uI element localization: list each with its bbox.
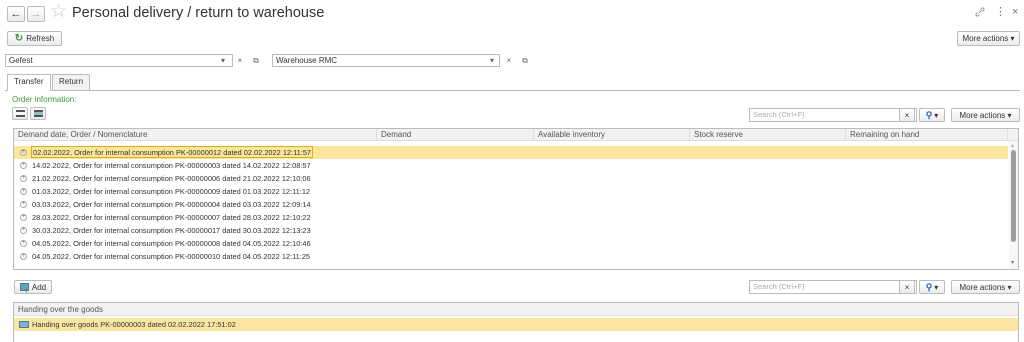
refresh-label: Refresh: [26, 34, 55, 43]
clear-icon: ×: [904, 282, 910, 292]
scroll-down-icon[interactable]: ▾: [1011, 259, 1014, 266]
organization-clear-icon[interactable]: ×: [235, 54, 245, 67]
link-icon[interactable]: [974, 6, 986, 18]
row-text: 30.03.2022, Order for internal consumpti…: [32, 226, 311, 235]
search-icon: ⚲: [925, 281, 933, 292]
search-dropdown-icon: ▾: [934, 282, 939, 292]
tabs-underline: [5, 90, 1020, 91]
order-table[interactable]: Demand date, Order / Nomenclature Demand…: [13, 128, 1019, 270]
add-label: Add: [31, 282, 47, 292]
expand-all-icon: [15, 110, 25, 117]
expand-all-button[interactable]: [12, 107, 28, 120]
forward-button[interactable]: →: [27, 6, 45, 22]
order-more-actions-button[interactable]: More actions ▾: [951, 108, 1020, 122]
handover-search-clear-button[interactable]: ×: [899, 280, 915, 294]
table-row[interactable]: + 30.03.2022, Order for internal consump…: [14, 224, 1008, 237]
warehouse-dropdown-icon[interactable]: ▾: [487, 54, 497, 67]
expand-row-icon[interactable]: +: [20, 149, 27, 156]
tab-return[interactable]: Return: [52, 74, 91, 90]
order-search-clear-button[interactable]: ×: [899, 108, 915, 122]
add-button[interactable]: + Add: [14, 280, 52, 295]
order-table-scrollbar[interactable]: ▴ ▾: [1009, 141, 1018, 269]
col-header-available-inventory[interactable]: Available inventory: [534, 129, 690, 141]
add-icon: +: [19, 283, 29, 295]
row-text: 04.05.2022, Order for internal consumpti…: [32, 239, 311, 248]
col-header-remaining-on-hand[interactable]: Remaining on hand: [846, 129, 1008, 141]
handover-more-actions-button[interactable]: More actions ▾: [951, 280, 1020, 294]
row-text: 03.03.2022, Order for internal consumpti…: [32, 200, 311, 209]
search-icon: ⚲: [925, 109, 933, 120]
collapse-all-button[interactable]: [30, 107, 46, 120]
close-icon[interactable]: ×: [1012, 4, 1018, 20]
scrollbar-thumb[interactable]: [1011, 150, 1016, 242]
row-text: 02.02.2022, Order for internal consumpti…: [31, 146, 314, 158]
table-row[interactable]: + 02.02.2022, Order for internal consump…: [14, 146, 1008, 159]
expand-row-icon[interactable]: +: [20, 201, 27, 208]
row-text: 14.02.2022, Order for internal consumpti…: [32, 161, 311, 170]
expand-row-icon[interactable]: +: [20, 175, 27, 182]
row-text: Handing over goods PK-00000003 dated 02.…: [32, 320, 236, 329]
table-row[interactable]: + 01.03.2022, Order for internal consump…: [14, 185, 1008, 198]
warehouse-field[interactable]: Warehouse RMC: [272, 54, 500, 67]
menu-icon[interactable]: ⋮: [995, 4, 1006, 20]
expand-row-icon[interactable]: +: [20, 240, 27, 247]
row-text: 21.02.2022, Order for internal consumpti…: [32, 174, 311, 183]
row-text: 01.03.2022, Order for internal consumpti…: [32, 187, 311, 196]
clear-icon: ×: [904, 110, 910, 120]
table-row[interactable]: Handing over goods PK-00000003 dated 02.…: [14, 318, 1018, 331]
col-header-handing-over[interactable]: Handing over the goods: [14, 303, 1018, 316]
organization-dropdown-icon[interactable]: ▾: [218, 54, 228, 67]
back-button[interactable]: ←: [7, 6, 25, 22]
col-header-demand-date[interactable]: Demand date, Order / Nomenclature: [14, 129, 377, 141]
search-dropdown-icon: ▾: [934, 110, 939, 120]
table-row[interactable]: + 04.05.2022, Order for internal consump…: [14, 237, 1008, 250]
back-arrow-icon: ←: [10, 8, 22, 20]
expand-row-icon[interactable]: +: [20, 253, 27, 260]
refresh-icon: ↻: [14, 33, 24, 44]
expand-row-icon[interactable]: +: [20, 162, 27, 169]
order-info-label: Order information:: [12, 95, 77, 104]
handover-search-input[interactable]: Search (Ctrl+F): [749, 280, 917, 294]
document-icon: [19, 321, 29, 328]
organization-open-icon[interactable]: ⧉: [251, 54, 261, 67]
more-actions-button[interactable]: More actions ▾: [957, 31, 1020, 46]
table-row[interactable]: + 21.02.2022, Order for internal consump…: [14, 172, 1008, 185]
warehouse-clear-icon[interactable]: ×: [504, 54, 514, 67]
handover-search-button[interactable]: ⚲ ▾: [919, 280, 945, 294]
expand-row-icon[interactable]: +: [20, 188, 27, 195]
order-search-button[interactable]: ⚲ ▾: [919, 108, 945, 122]
expand-row-icon[interactable]: +: [20, 214, 27, 221]
collapse-all-icon: [33, 110, 43, 117]
expand-row-icon[interactable]: +: [20, 227, 27, 234]
warehouse-open-icon[interactable]: ⧉: [520, 54, 530, 67]
row-text: 04.05.2022, Order for internal consumpti…: [32, 252, 311, 261]
col-header-demand[interactable]: Demand: [377, 129, 534, 141]
handover-table[interactable]: Handing over the goods Handing over good…: [13, 302, 1019, 342]
col-header-stock-reserve[interactable]: Stock reserve: [690, 129, 846, 141]
row-text: 28.03.2022, Order for internal consumpti…: [32, 213, 311, 222]
table-row[interactable]: + 03.03.2022, Order for internal consump…: [14, 198, 1008, 211]
table-row[interactable]: + 04.05.2022, Order for internal consump…: [14, 250, 1008, 263]
refresh-button[interactable]: ↻ Refresh: [7, 31, 62, 46]
forward-arrow-icon: →: [30, 8, 42, 20]
tab-transfer[interactable]: Transfer: [7, 74, 51, 91]
favorite-star-icon[interactable]: ☆: [50, 1, 67, 23]
organization-field[interactable]: Gefest: [5, 54, 233, 67]
table-row[interactable]: + 28.03.2022, Order for internal consump…: [14, 211, 1008, 224]
scroll-up-icon[interactable]: ▴: [1011, 142, 1014, 149]
page-title: Personal delivery / return to warehouse: [72, 5, 325, 21]
table-row[interactable]: + 14.02.2022, Order for internal consump…: [14, 159, 1008, 172]
order-search-input[interactable]: Search (Ctrl+F): [749, 108, 917, 122]
